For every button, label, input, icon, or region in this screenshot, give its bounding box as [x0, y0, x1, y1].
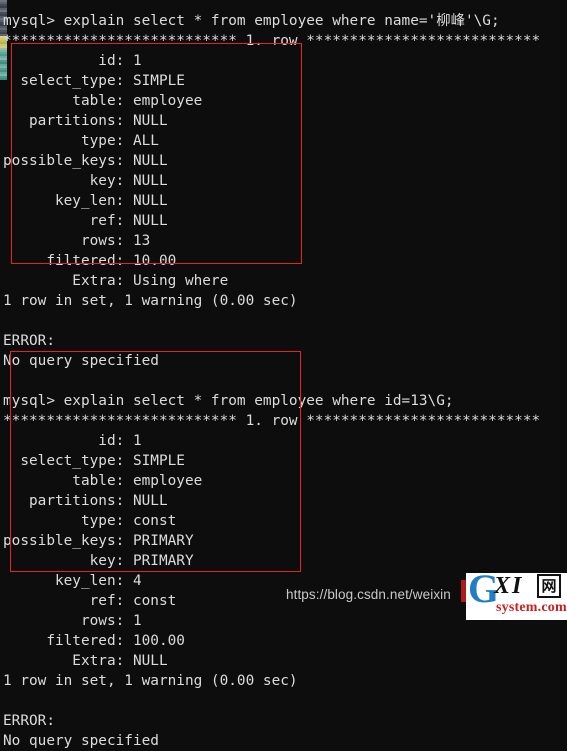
terminal-window[interactable]: mysql> explain select * from employee wh… — [0, 0, 567, 749]
console-line: partitions: NULL — [3, 113, 168, 129]
console-line: id: 1 — [3, 433, 142, 449]
console-line: No query specified — [3, 733, 159, 749]
console-line: key_len: NULL — [3, 193, 168, 209]
console-output: mysql> explain select * from employee wh… — [3, 11, 567, 751]
console-line: ERROR: — [3, 713, 55, 729]
console-line: select_type: SIMPLE — [3, 73, 185, 89]
console-line: mysql> explain select * from employee wh… — [3, 13, 500, 29]
console-line: filtered: 10.00 — [3, 253, 177, 269]
console-line: type: ALL — [3, 133, 159, 149]
console-line: key: NULL — [3, 173, 168, 189]
console-line: 1 row in set, 1 warning (0.00 sec) — [3, 293, 298, 309]
console-line: 1 row in set, 1 warning (0.00 sec) — [3, 673, 298, 689]
logo-cjk-glyph: 网 — [537, 574, 561, 598]
console-line: *************************** 1. row *****… — [3, 413, 541, 429]
console-line: mysql> explain select * from employee wh… — [3, 393, 454, 409]
console-line: type: const — [3, 513, 177, 529]
console-line: possible_keys: NULL — [3, 153, 168, 169]
console-line: filtered: 100.00 — [3, 633, 185, 649]
console-line: ref: NULL — [3, 213, 168, 229]
console-line: ERROR: — [3, 333, 55, 349]
console-line: table: employee — [3, 473, 203, 489]
watermark-url: https://blog.csdn.net/weixin — [286, 587, 451, 602]
console-line: key: PRIMARY — [3, 553, 194, 569]
console-line: Extra: NULL — [3, 653, 168, 669]
console-line: Extra: Using where — [3, 273, 229, 289]
console-line: rows: 13 — [3, 233, 151, 249]
console-line: No query specified — [3, 353, 159, 369]
console-line: id: 1 — [3, 53, 142, 69]
console-line: table: employee — [3, 93, 203, 109]
console-line: *************************** 1. row *****… — [3, 33, 541, 49]
console-line: partitions: NULL — [3, 493, 168, 509]
logo-letters-xi: XI — [494, 573, 524, 599]
logo-domain-text: system.com — [496, 600, 567, 615]
console-line: possible_keys: PRIMARY — [3, 533, 194, 549]
console-line: select_type: SIMPLE — [3, 453, 185, 469]
gxi-system-logo: G XI 网 system.com — [466, 573, 567, 620]
